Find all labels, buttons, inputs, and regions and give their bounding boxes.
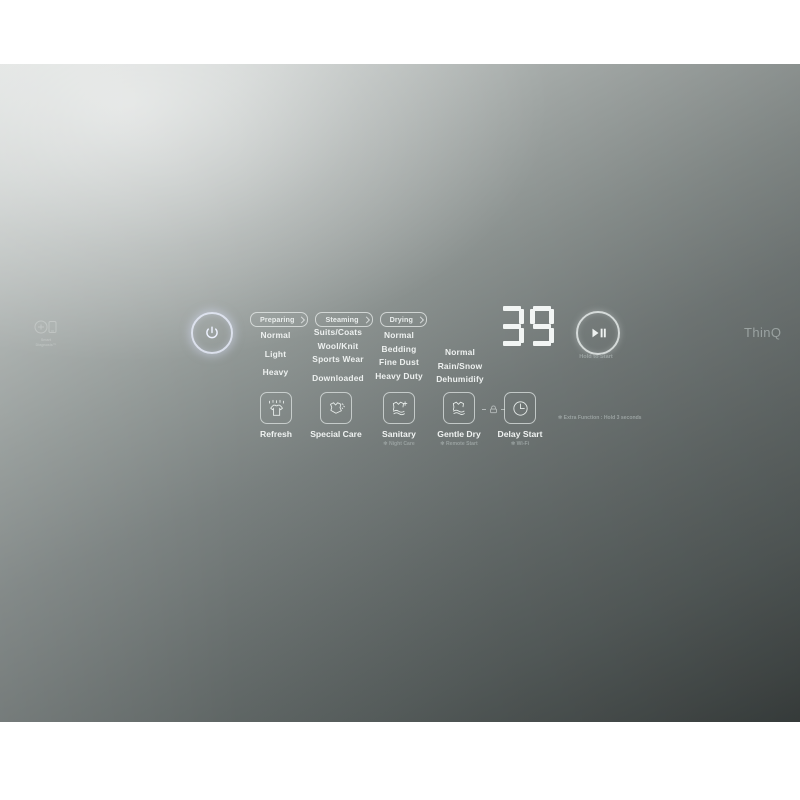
lock-dash-right xyxy=(500,408,505,410)
stage-tab-steaming: Steaming xyxy=(315,312,373,327)
delicate-garment-icon xyxy=(320,392,352,424)
option-delay-start-sub: ✻ Wi-Fi xyxy=(510,441,530,447)
option-delay-start[interactable]: Delay Start ✻ Wi-Fi xyxy=(490,392,550,447)
cycle-sports-wear[interactable]: Sports Wear xyxy=(300,353,376,367)
cycle-wool-knit[interactable]: Wool/Knit xyxy=(300,340,376,354)
gentle-dry-icon xyxy=(443,392,475,424)
cycle-normal-2[interactable]: Normal xyxy=(369,329,429,343)
cycle-fine-dust[interactable]: Fine Dust xyxy=(369,356,429,370)
display-digit-2 xyxy=(530,306,554,346)
stage-tab-preparing: Preparing xyxy=(250,312,309,327)
cycle-column-4: Normal Rain/Snow Dehumidify xyxy=(427,346,493,387)
cycle-light[interactable]: Light xyxy=(243,348,308,362)
child-lock-indicator[interactable] xyxy=(481,402,505,416)
start-pause-label: Hold to Start xyxy=(579,354,613,360)
power-icon xyxy=(204,325,221,342)
display-digit-1 xyxy=(500,306,524,346)
play-pause-icon xyxy=(589,326,608,340)
stage-tab-steaming-label: Steaming xyxy=(325,315,359,324)
stage-indicator-tabs: Preparing Steaming Drying xyxy=(250,312,427,327)
option-sanitary-label: Sanitary xyxy=(382,429,416,439)
smart-diagnosis-button[interactable]: Smart Diagnosis™ xyxy=(26,318,66,352)
power-button[interactable] xyxy=(191,312,233,354)
option-gentle-dry-label: Gentle Dry xyxy=(437,429,481,439)
option-gentle-dry[interactable]: Gentle Dry ✻ Remote Start xyxy=(429,392,489,447)
clock-icon xyxy=(504,392,536,424)
sanitary-plus-icon xyxy=(383,392,415,424)
smart-diagnosis-icon xyxy=(26,318,66,338)
cycle-rain-snow[interactable]: Rain/Snow xyxy=(427,360,493,374)
option-special-care-label: Special Care xyxy=(310,429,362,439)
smart-diagnosis-label-2: Diagnosis™ xyxy=(35,342,57,347)
cycle-column-2: Suits/Coats Wool/Knit Sports Wear Downlo… xyxy=(300,326,376,385)
option-refresh-label: Refresh xyxy=(260,429,292,439)
shirt-steam-icon xyxy=(260,392,292,424)
option-refresh[interactable]: Refresh xyxy=(245,392,307,441)
cycle-dehumidify[interactable]: Dehumidify xyxy=(427,373,493,387)
cycle-downloaded[interactable]: Downloaded xyxy=(300,372,376,386)
cycle-heavy-duty[interactable]: Heavy Duty xyxy=(369,370,429,384)
cycle-normal[interactable]: Normal xyxy=(243,329,308,343)
option-sanitary[interactable]: Sanitary ✻ Night Care xyxy=(369,392,429,447)
extra-function-note: ✻ Extra Function : Hold 3 seconds xyxy=(558,415,642,421)
lock-dash-left xyxy=(481,408,486,410)
cycle-heavy[interactable]: Heavy xyxy=(243,366,308,380)
thinq-logo: ThinQ xyxy=(744,325,782,340)
stage-tab-drying-label: Drying xyxy=(389,315,413,324)
stage-tab-preparing-label: Preparing xyxy=(260,315,295,324)
time-display xyxy=(500,306,554,346)
option-special-care[interactable]: Special Care xyxy=(304,392,368,441)
start-pause-button[interactable] xyxy=(576,311,620,355)
option-gentle-dry-sub: ✻ Remote Start xyxy=(440,441,478,447)
cycle-bedding[interactable]: Bedding xyxy=(369,343,429,357)
appliance-control-panel-screenshot: Smart Diagnosis™ Preparing Steaming Dryi… xyxy=(0,0,800,800)
option-delay-start-label: Delay Start xyxy=(497,429,543,439)
option-sanitary-sub: ✻ Night Care xyxy=(383,441,415,447)
child-lock-icon xyxy=(488,404,499,415)
stage-tab-drying: Drying xyxy=(379,312,427,327)
cycle-suits-coats[interactable]: Suits/Coats xyxy=(300,326,376,340)
cycle-column-1: Normal Light Heavy xyxy=(243,329,308,380)
cycle-normal-3[interactable]: Normal xyxy=(427,346,493,360)
cycle-column-3: Normal Bedding Fine Dust Heavy Duty xyxy=(369,329,429,383)
